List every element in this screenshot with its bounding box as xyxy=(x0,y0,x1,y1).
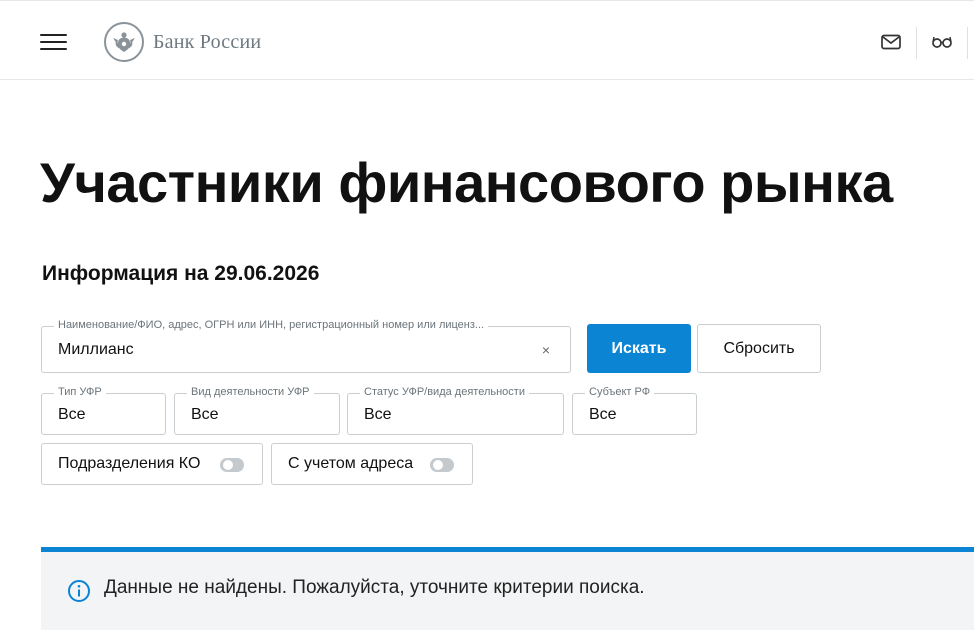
mail-icon[interactable] xyxy=(880,31,902,53)
filter-label: Тип УФР xyxy=(54,386,106,398)
search-button[interactable]: Искать xyxy=(587,324,691,373)
toggle-with-address[interactable]: С учетом адреса xyxy=(271,443,473,485)
filter-value: Все xyxy=(191,406,219,423)
glasses-icon[interactable] xyxy=(931,31,953,53)
filter-region[interactable]: Субъект РФ Все xyxy=(572,386,697,435)
filter-label: Статус УФР/вида деятельности xyxy=(360,386,529,398)
filter-activity-type[interactable]: Вид деятельности УФР Все xyxy=(174,386,340,435)
clear-icon[interactable]: × xyxy=(540,343,552,357)
toggle-switch[interactable] xyxy=(220,458,244,472)
search-input[interactable]: Наименование/ФИО, адрес, ОГРН или ИНН, р… xyxy=(41,319,571,373)
filter-status[interactable]: Статус УФР/вида деятельности Все xyxy=(347,386,564,435)
brand-name: Банк России xyxy=(153,30,262,53)
menu-icon[interactable] xyxy=(40,32,67,52)
filter-value: Все xyxy=(364,406,392,423)
toggle-label: Подразделения КО xyxy=(58,455,201,472)
toggle-ko-divisions[interactable]: Подразделения КО xyxy=(41,443,263,485)
toggle-switch[interactable] xyxy=(430,458,454,472)
info-icon xyxy=(67,579,91,603)
search-input-label: Наименование/ФИО, адрес, ОГРН или ИНН, р… xyxy=(54,319,489,331)
info-date: Информация на 29.06.2026 xyxy=(42,262,320,285)
no-results-message: Данные не найдены. Пожалуйста, уточните … xyxy=(104,577,645,598)
bank-emblem-icon xyxy=(104,22,144,62)
page-title: Участники финансового рынка xyxy=(40,151,893,214)
no-results-notice: Данные не найдены. Пожалуйста, уточните … xyxy=(41,552,974,630)
filter-label: Вид деятельности УФР xyxy=(187,386,314,398)
site-header: Банк России xyxy=(0,0,974,80)
filter-label: Субъект РФ xyxy=(585,386,655,398)
filter-value: Все xyxy=(589,406,617,423)
header-divider xyxy=(967,27,968,59)
toggle-label: С учетом адреса xyxy=(288,455,414,472)
filter-value: Все xyxy=(58,406,86,423)
search-input-value: Миллианс xyxy=(58,341,134,358)
header-divider xyxy=(916,27,917,59)
filter-ufr-type[interactable]: Тип УФР Все xyxy=(41,386,166,435)
reset-button[interactable]: Сбросить xyxy=(697,324,821,373)
bank-logo[interactable]: Банк России xyxy=(104,21,261,63)
